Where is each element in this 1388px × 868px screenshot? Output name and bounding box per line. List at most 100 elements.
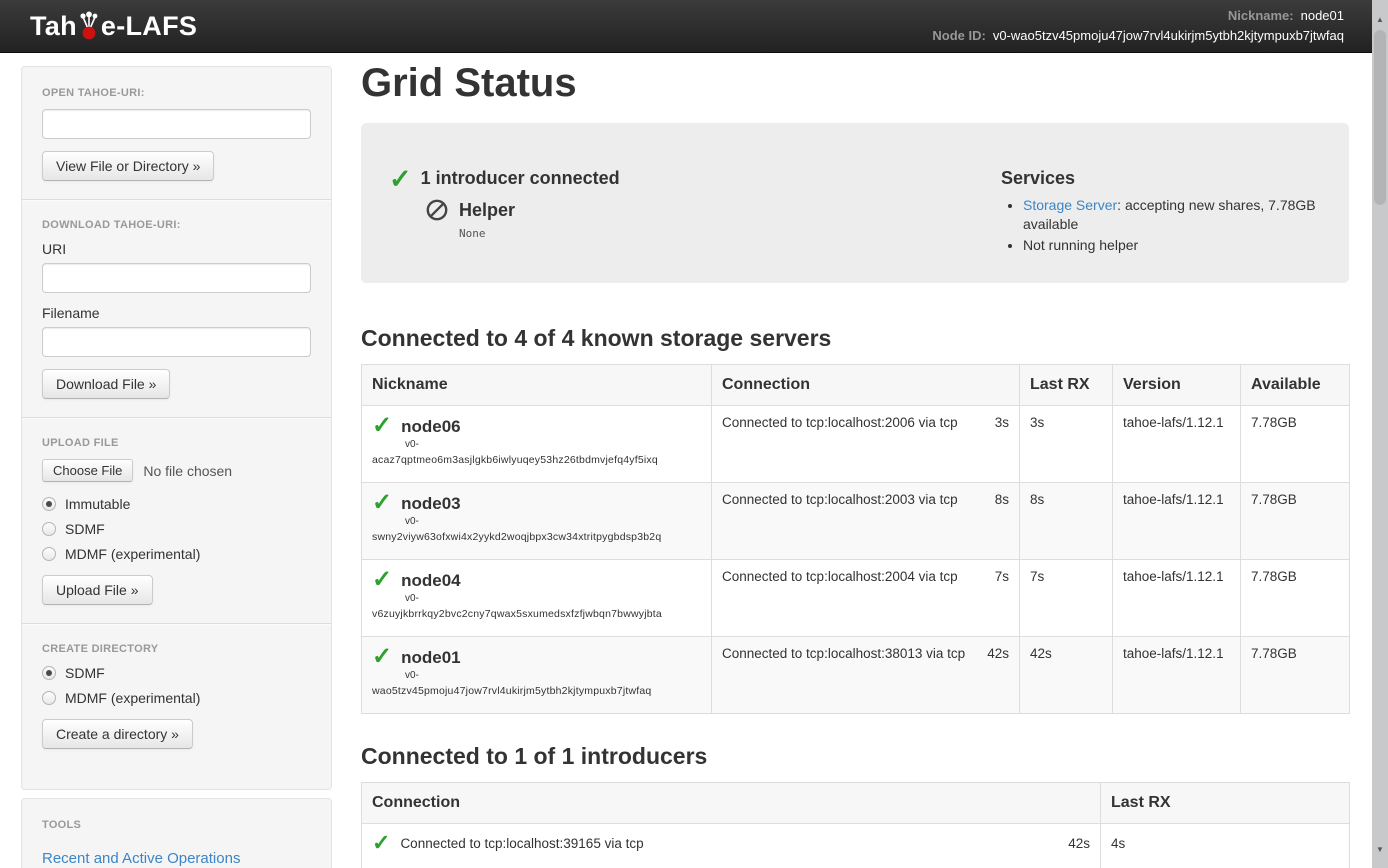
server-pubkey: v6zuyjkbrrkqy2bvc2cny7qwax5sxumedsxfzfjw… bbox=[372, 608, 701, 620]
sidebar-divider bbox=[22, 199, 331, 201]
server-pubkey: wao5tzv45pmoju47jow7rvl4ukirjm5ytbh2kjty… bbox=[372, 685, 701, 697]
introducer-row: ✓ Connected to tcp:localhost:39165 via t… bbox=[362, 824, 1350, 868]
node-meta: Nickname: node01 Node ID: v0-wao5tzv45pm… bbox=[932, 6, 1344, 46]
tools-panel: TOOLS Recent and Active Operations bbox=[21, 798, 332, 868]
connected-check-icon: ✓ bbox=[372, 646, 392, 668]
storage-servers-heading: Connected to 4 of 4 known storage server… bbox=[361, 325, 1349, 352]
server-connection: Connected to tcp:localhost:2004 via tcp bbox=[722, 569, 958, 584]
service-storage-item: Storage Server: accepting new shares, 7.… bbox=[1023, 196, 1331, 234]
download-filename-input[interactable] bbox=[42, 327, 311, 357]
server-last-rx: 42s bbox=[1020, 637, 1113, 714]
radio-upload-mdmf[interactable] bbox=[42, 547, 56, 561]
server-pubkey-prefix: v0- bbox=[405, 439, 701, 450]
server-connection: Connected to tcp:localhost:2003 via tcp bbox=[722, 492, 958, 507]
logo-text-prefix: Tah bbox=[30, 11, 77, 42]
helper-title: Helper bbox=[459, 200, 515, 221]
open-uri-heading: OPEN TAHOE-URI: bbox=[42, 87, 311, 99]
server-nickname: node01 bbox=[401, 646, 461, 669]
create-directory-button[interactable]: Create a directory » bbox=[42, 719, 193, 749]
col-connection: Connection bbox=[712, 365, 1020, 406]
radio-mkdir-mdmf[interactable] bbox=[42, 691, 56, 705]
server-connection-age: 3s bbox=[995, 415, 1009, 430]
server-nickname: node04 bbox=[401, 569, 461, 592]
introducers-table: Connection Last RX ✓ Connected to tcp:lo… bbox=[361, 782, 1350, 868]
nickname-value: node01 bbox=[1301, 6, 1344, 26]
radio-immutable[interactable] bbox=[42, 497, 56, 511]
server-last-rx: 8s bbox=[1020, 483, 1113, 560]
connected-check-icon: ✓ bbox=[372, 415, 392, 437]
download-uri-input[interactable] bbox=[42, 263, 311, 293]
create-directory-heading: CREATE DIRECTORY bbox=[42, 643, 311, 655]
nickname-label: Nickname: bbox=[1228, 6, 1294, 26]
col-last-rx: Last RX bbox=[1101, 783, 1350, 824]
scrollbar-thumb[interactable] bbox=[1374, 30, 1386, 205]
introducers-heading: Connected to 1 of 1 introducers bbox=[361, 743, 1349, 770]
app-logo: Tah e-LAFS bbox=[30, 11, 197, 42]
upload-file-button[interactable]: Upload File » bbox=[42, 575, 153, 605]
logo-text-suffix: e-LAFS bbox=[101, 11, 197, 42]
radio-upload-sdmf[interactable] bbox=[42, 522, 56, 536]
sidebar-divider bbox=[22, 623, 331, 625]
introducer-status-text: 1 introducer connected bbox=[421, 168, 620, 189]
server-nickname: node06 bbox=[401, 415, 461, 438]
radio-mkdir-mdmf-label: MDMF (experimental) bbox=[65, 690, 200, 706]
server-connection: Connected to tcp:localhost:38013 via tcp bbox=[722, 646, 965, 661]
server-connection-age: 42s bbox=[987, 646, 1009, 661]
introducers-table-header-row: Connection Last RX bbox=[362, 783, 1350, 824]
upload-format-option-sdmf: SDMF bbox=[42, 521, 311, 537]
scroll-down-icon[interactable]: ▼ bbox=[1372, 842, 1388, 858]
scrollbar[interactable]: ▲ ▼ bbox=[1372, 0, 1388, 868]
page-title: Grid Status bbox=[361, 60, 1349, 106]
introducer-last-rx: 4s bbox=[1111, 833, 1339, 851]
open-uri-input[interactable] bbox=[42, 109, 311, 139]
connected-check-icon: ✓ bbox=[372, 569, 392, 591]
radio-mkdir-sdmf[interactable] bbox=[42, 666, 56, 680]
storage-server-link[interactable]: Storage Server bbox=[1023, 197, 1117, 213]
download-uri-heading: DOWNLOAD TAHOE-URI: bbox=[42, 219, 311, 231]
col-last-rx: Last RX bbox=[1020, 365, 1113, 406]
file-picker: Choose File No file chosen bbox=[42, 459, 311, 482]
mkdir-format-option-mdmf: MDMF (experimental) bbox=[42, 690, 311, 706]
connected-check-icon: ✓ bbox=[372, 492, 392, 514]
server-version: tahoe-lafs/1.12.1 bbox=[1113, 637, 1241, 714]
server-available: 7.78GB bbox=[1241, 483, 1350, 560]
col-nickname: Nickname bbox=[362, 365, 712, 406]
radio-immutable-label: Immutable bbox=[65, 496, 130, 512]
upload-format-option-immutable: Immutable bbox=[42, 496, 311, 512]
sidebar-divider bbox=[22, 417, 331, 419]
server-pubkey: swny2viyw63ofxwi4x2yykd2woqjbpx3cw34xtri… bbox=[372, 531, 701, 543]
scroll-up-icon[interactable]: ▲ bbox=[1372, 12, 1388, 28]
tools-heading: TOOLS bbox=[42, 819, 311, 831]
col-available: Available bbox=[1241, 365, 1350, 406]
server-available: 7.78GB bbox=[1241, 560, 1350, 637]
helper-none-icon bbox=[425, 198, 449, 222]
recent-operations-link[interactable]: Recent and Active Operations bbox=[42, 850, 240, 867]
server-last-rx: 7s bbox=[1020, 560, 1113, 637]
download-file-button[interactable]: Download File » bbox=[42, 369, 170, 399]
navbar: Tah e-LAFS Nickname: node01 Node ID: v0-… bbox=[0, 0, 1388, 53]
upload-format-option-mdmf: MDMF (experimental) bbox=[42, 546, 311, 562]
server-available: 7.78GB bbox=[1241, 406, 1350, 483]
grid-status-panel: ✓ 1 introducer connected Helper None Ser… bbox=[361, 123, 1349, 283]
service-helper-item: Not running helper bbox=[1023, 236, 1331, 255]
file-chosen-status: No file chosen bbox=[143, 463, 232, 479]
sidebar: OPEN TAHOE-URI: View File or Directory »… bbox=[21, 66, 332, 790]
introducer-connection-age: 42s bbox=[1068, 836, 1090, 851]
storage-server-row: ✓ node01 v0- wao5tzv45pmoju47jow7rvl4ukir… bbox=[362, 637, 1350, 714]
server-pubkey-prefix: v0- bbox=[405, 593, 701, 604]
server-available: 7.78GB bbox=[1241, 637, 1350, 714]
server-nickname: node03 bbox=[401, 492, 461, 515]
server-connection-age: 8s bbox=[995, 492, 1009, 507]
tahoe-logo-icon bbox=[78, 11, 100, 41]
server-pubkey-prefix: v0- bbox=[405, 670, 701, 681]
connected-check-icon: ✓ bbox=[372, 833, 390, 853]
choose-file-button[interactable]: Choose File bbox=[42, 459, 133, 482]
storage-server-row: ✓ node04 v0- v6zuyjkbrrkqy2bvc2cny7qwax5s… bbox=[362, 560, 1350, 637]
services-panel: Services Storage Server: accepting new s… bbox=[1001, 168, 1331, 283]
storage-server-row: ✓node06 v0- acaz7qptmeo6m3asjlgkb6iwlyuq… bbox=[362, 406, 1350, 483]
main-content: Grid Status ✓ 1 introducer connected Hel… bbox=[361, 53, 1349, 868]
server-version: tahoe-lafs/1.12.1 bbox=[1113, 406, 1241, 483]
view-file-button[interactable]: View File or Directory » bbox=[42, 151, 214, 181]
col-connection: Connection bbox=[362, 783, 1101, 824]
uri-field-label: URI bbox=[42, 241, 311, 257]
